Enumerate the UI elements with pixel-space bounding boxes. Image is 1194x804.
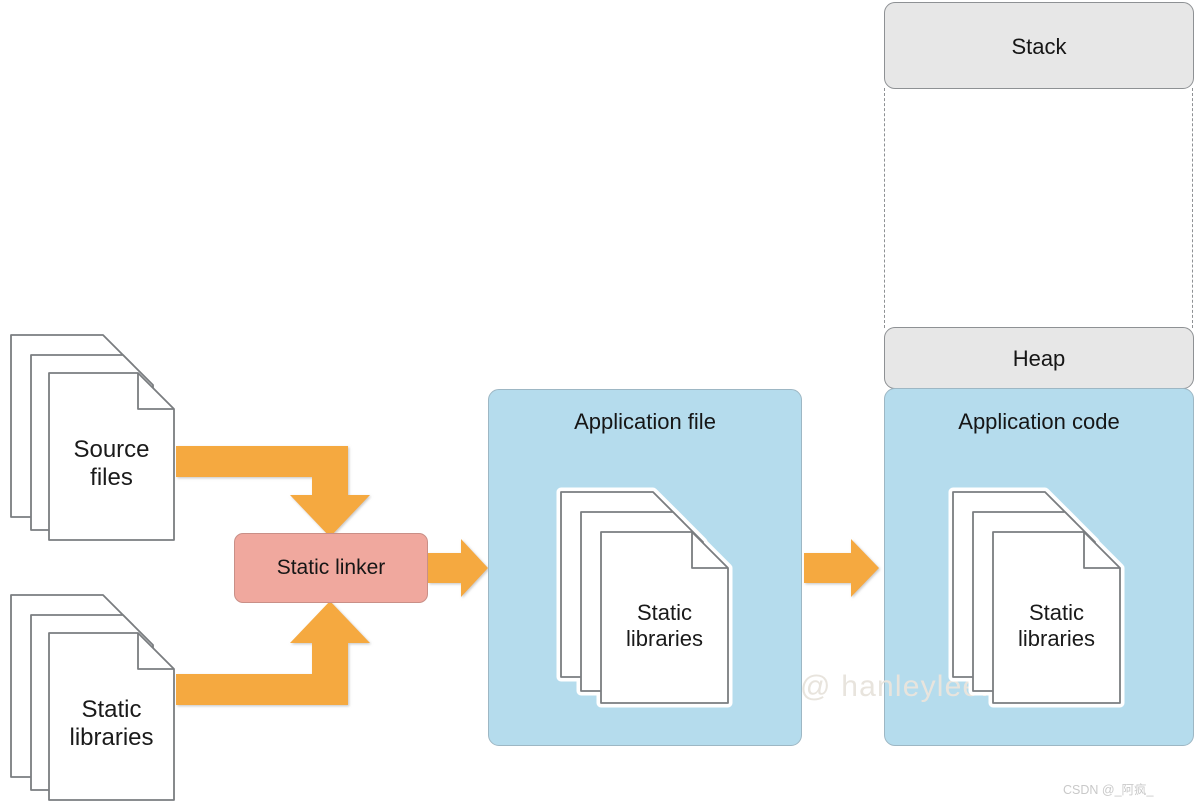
diagram-canvas: Source files Static libraries Static lin…	[0, 0, 1194, 804]
document-sheet-front	[600, 531, 729, 704]
watermark-corner: CSDN @_阿疯_	[1063, 783, 1154, 797]
edge-static-libraries-to-linker	[176, 601, 370, 705]
edge-source-files-to-linker	[176, 446, 370, 537]
static-linker-box[interactable]: Static linker	[234, 533, 428, 603]
application-code-label: Application code	[958, 409, 1120, 434]
application-file-docs-node[interactable]: Static libraries	[556, 487, 752, 717]
static-libraries-input-node[interactable]: Static libraries	[8, 592, 188, 804]
memory-gap-line-left	[884, 88, 885, 328]
static-linker-label: Static linker	[276, 556, 386, 579]
document-sheet-front	[48, 372, 175, 541]
document-sheet-front	[48, 632, 175, 801]
source-files-node[interactable]: Source files	[8, 332, 188, 544]
document-sheet-front	[992, 531, 1121, 704]
application-file-label: Application file	[574, 409, 716, 434]
edge-linker-to-application-file	[428, 539, 488, 597]
stack-segment-label: Stack	[1011, 34, 1067, 59]
edge-application-file-to-memory	[804, 539, 879, 597]
application-code-docs-node[interactable]: Static libraries	[948, 487, 1144, 717]
stack-segment-box[interactable]: Stack	[884, 2, 1194, 89]
heap-segment-label: Heap	[1012, 346, 1066, 371]
memory-gap-line-right	[1192, 88, 1193, 328]
heap-segment-box[interactable]: Heap	[884, 327, 1194, 389]
